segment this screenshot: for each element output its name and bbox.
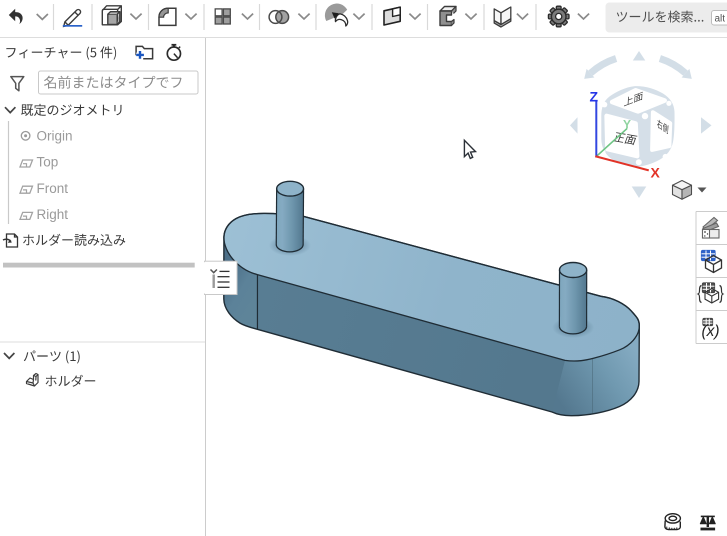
svg-text:Top: Top — [37, 155, 59, 170]
svg-text:(x): (x) — [702, 323, 720, 340]
svg-text:Front: Front — [37, 181, 69, 196]
svg-text:X: X — [651, 165, 661, 181]
svg-text:Origin: Origin — [37, 129, 73, 144]
svg-text:Y: Y — [623, 118, 631, 132]
svg-text:Z: Z — [590, 89, 599, 105]
svg-text:Right: Right — [37, 207, 69, 222]
svg-text:alt: alt — [715, 14, 726, 25]
